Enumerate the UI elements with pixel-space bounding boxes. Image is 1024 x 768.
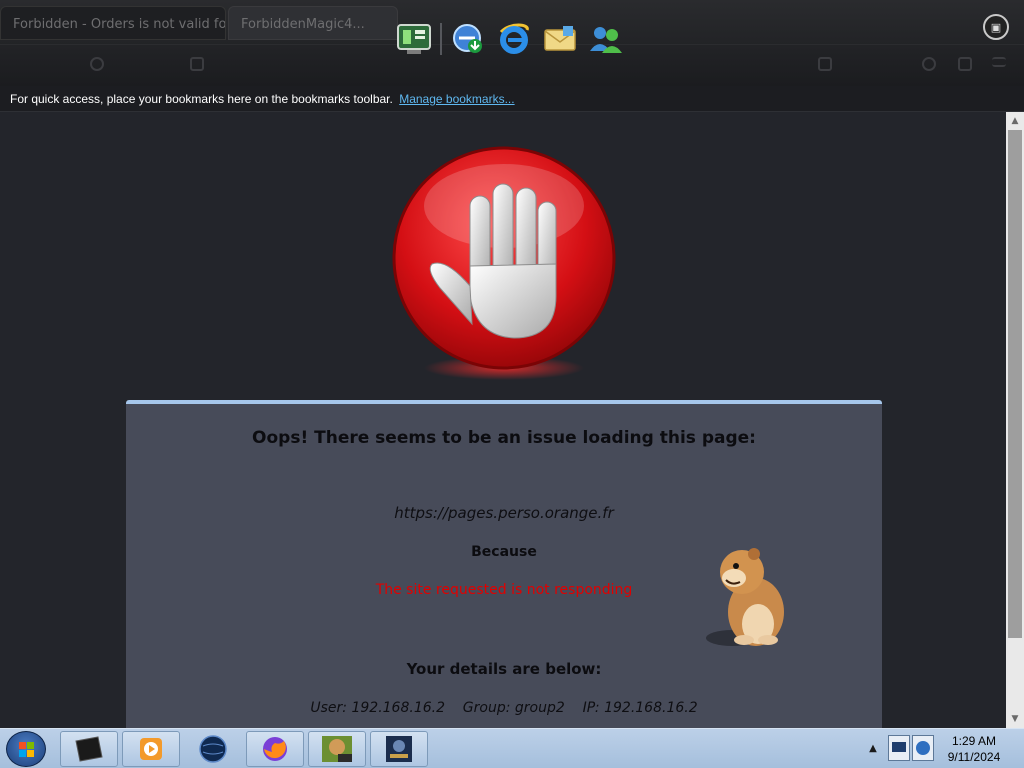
windows-logo-icon <box>19 750 26 757</box>
scroll-down-arrow-icon[interactable]: ▼ <box>1006 710 1024 728</box>
page-viewport: Oops! There seems to be an issue loading… <box>0 112 1006 728</box>
requested-url: https://pages.perso.orange.fr <box>394 504 614 522</box>
ip-label: IP: <box>582 700 600 716</box>
menu-icon[interactable] <box>992 57 1006 67</box>
taskbar-item-monitor-app[interactable] <box>60 731 118 767</box>
taskbar-item-game[interactable] <box>370 731 428 767</box>
taskbar-item-hamster-box[interactable] <box>308 731 366 767</box>
extensions-icon[interactable] <box>958 57 972 71</box>
dock-item-ie-download[interactable] <box>448 19 488 59</box>
star-icon[interactable] <box>818 57 832 71</box>
user-details: User: 192.168.16.2 Group: group2 IP: 192… <box>126 700 882 716</box>
show-hidden-icons-arrow-icon[interactable]: ▲ <box>866 739 880 759</box>
taskbar-item-globe[interactable] <box>184 731 242 767</box>
globe-icon <box>199 735 227 763</box>
dock-item-mail[interactable] <box>540 19 580 59</box>
clock-date: 9/11/2024 <box>947 750 1001 764</box>
monitor-icon <box>397 24 431 54</box>
group-label: Group: <box>462 700 511 716</box>
dock-item-internet-explorer[interactable] <box>494 19 534 59</box>
briefcase-icon[interactable]: ▣ <box>983 14 1009 40</box>
messenger-users-icon <box>590 27 622 53</box>
tray-network-icon[interactable] <box>912 735 934 761</box>
dock-separator <box>440 23 442 55</box>
group-value: group2 <box>514 700 565 716</box>
user-label: User: <box>310 700 348 716</box>
mail-icon <box>544 26 576 51</box>
vertical-scrollbar[interactable]: ▲ ▼ <box>1006 112 1024 728</box>
windows-logo-icon <box>19 742 26 749</box>
ie-download-icon <box>453 24 482 53</box>
hamster-box-icon <box>322 736 352 762</box>
network-globe-icon <box>916 741 930 755</box>
scroll-up-arrow-icon[interactable]: ▲ <box>1006 112 1024 130</box>
tab-active[interactable]: Forbidden - Orders is not valid for... <box>0 6 226 40</box>
user-value: 192.168.16.2 <box>351 700 445 716</box>
scroll-thumb[interactable] <box>1008 130 1022 638</box>
hamster-mascot-icon <box>706 548 784 646</box>
taskbar-item-firefox[interactable] <box>246 731 304 767</box>
display-icon <box>892 742 906 752</box>
manage-bookmarks-link[interactable]: Manage bookmarks... <box>399 92 514 106</box>
tab-secondary[interactable]: ForbiddenMagic4... <box>228 6 398 40</box>
taskbar: ▲ 1:29 AM 9/11/2024 <box>0 728 1024 768</box>
browser-chrome: Forbidden - Orders is not valid for... F… <box>0 0 1024 86</box>
game-icon <box>386 736 412 762</box>
firefox-icon <box>263 737 287 761</box>
account-icon[interactable] <box>922 57 936 71</box>
windows-logo-icon <box>27 750 34 757</box>
error-panel: Oops! There seems to be an issue loading… <box>126 400 882 728</box>
ip-value: 192.168.16.2 <box>604 700 698 716</box>
clock-time: 1:29 AM <box>951 734 997 748</box>
tab-title: ForbiddenMagic4... <box>241 17 365 32</box>
bookmarks-toolbar: For quick access, place your bookmarks h… <box>0 86 1024 112</box>
monitor-app-icon <box>75 736 103 762</box>
start-button[interactable] <box>6 731 46 767</box>
media-player-icon <box>140 738 162 760</box>
stop-hand-icon <box>392 146 616 380</box>
system-clock[interactable]: 1:29 AM 9/11/2024 <box>938 733 1010 765</box>
tab-title: Forbidden - Orders is not valid for... <box>13 17 226 32</box>
windows-logo-icon <box>27 742 34 749</box>
dock-item-monitor[interactable] <box>394 19 434 59</box>
taskbar-item-media-player[interactable] <box>122 731 180 767</box>
bookmarks-hint: For quick access, place your bookmarks h… <box>10 92 393 106</box>
launcher-dock <box>394 18 626 60</box>
details-title: Your details are below: <box>406 660 602 678</box>
dock-item-messenger[interactable] <box>586 19 626 59</box>
internet-explorer-icon <box>499 23 529 54</box>
error-title: Oops! There seems to be an issue loading… <box>252 428 756 448</box>
reload-icon[interactable] <box>90 57 104 71</box>
shield-icon[interactable] <box>190 57 204 71</box>
tray-display-icon[interactable] <box>888 735 910 761</box>
